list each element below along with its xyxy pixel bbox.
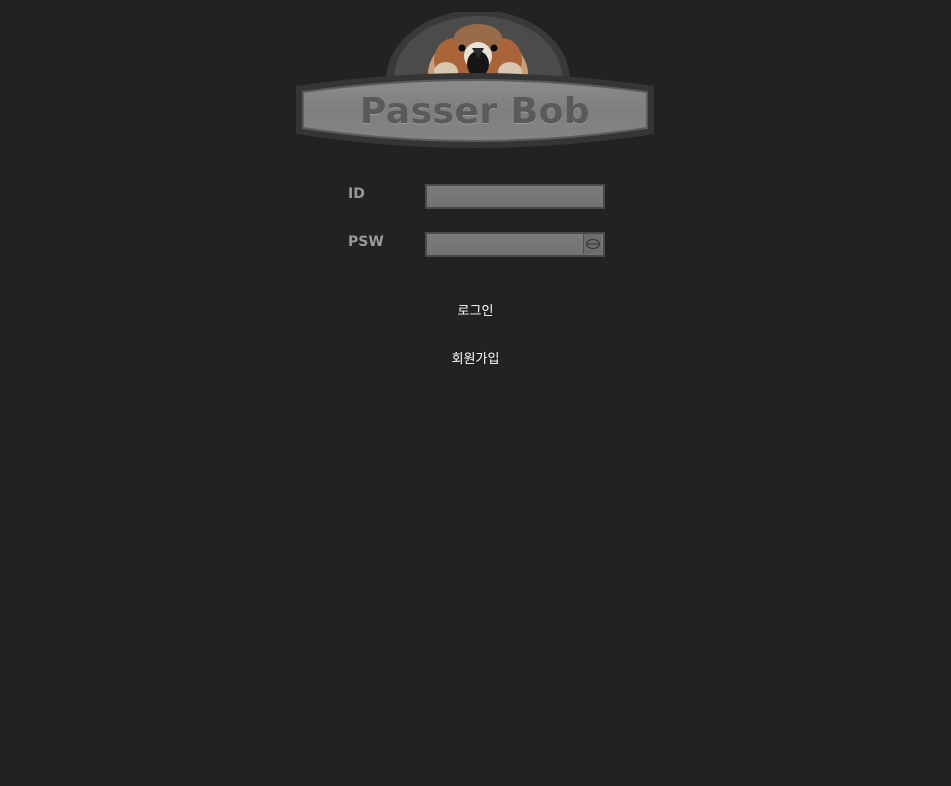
login-page: Passer Bob ID PSW 로그인 회원가입 [0, 0, 951, 786]
login-button[interactable]: 로그인 [0, 300, 951, 319]
eye-icon [586, 239, 600, 249]
password-input[interactable] [425, 232, 605, 257]
logo-title: Passer Bob [359, 91, 591, 132]
show-password-button[interactable] [583, 234, 601, 254]
logo: Passer Bob [296, 12, 654, 156]
id-label: ID [348, 186, 365, 202]
logo-badge [296, 12, 654, 148]
password-label: PSW [348, 234, 384, 250]
id-input[interactable] [425, 184, 605, 209]
signup-button[interactable]: 회원가입 [0, 348, 951, 367]
